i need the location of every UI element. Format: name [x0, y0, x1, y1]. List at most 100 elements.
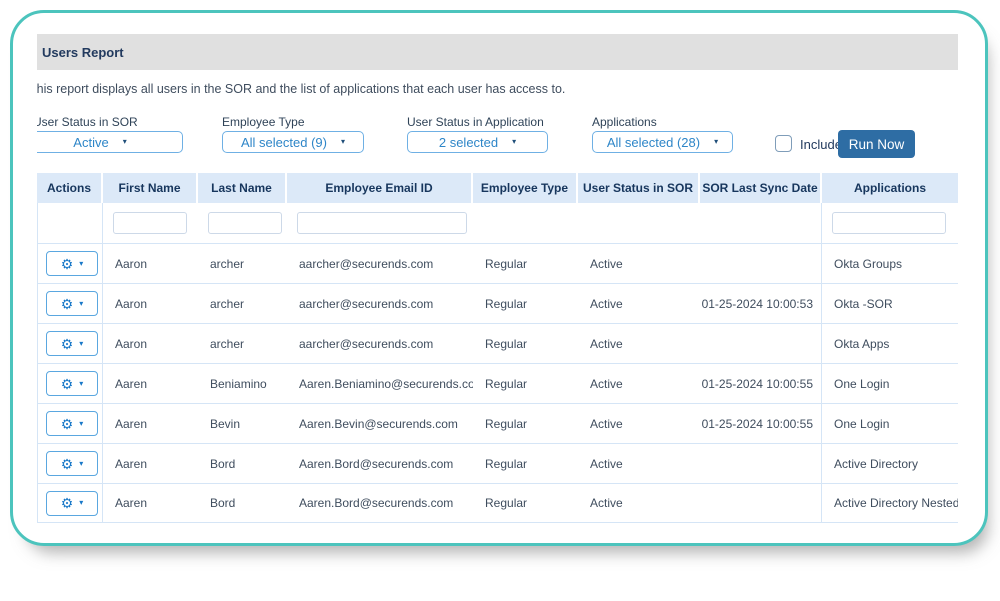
table-filter-row	[37, 203, 958, 243]
row-actions-button[interactable]: ⚙▾	[46, 251, 98, 276]
cell-first-name: Aaron	[103, 324, 198, 363]
cell-user-status: Active	[578, 404, 700, 443]
gear-icon: ⚙	[61, 257, 74, 271]
filter-value: All selected (9)	[241, 135, 327, 150]
row-actions-button[interactable]: ⚙▾	[46, 491, 98, 516]
cell-last-name: Bord	[198, 444, 287, 483]
cell-employee-type: Regular	[473, 284, 578, 323]
cell-applications: One Login	[822, 404, 958, 443]
cell-first-name: Aaron	[103, 244, 198, 283]
title-bar: Users Report	[37, 34, 958, 70]
chevron-down-icon: ▾	[79, 380, 83, 388]
chevron-down-icon: ▾	[79, 499, 83, 507]
report-description: This report displays all users in the SO…	[37, 82, 565, 96]
cell-last-name: archer	[198, 324, 287, 363]
cell-first-name: Aaren	[103, 364, 198, 403]
run-now-button[interactable]: Run Now	[838, 130, 915, 158]
column-header-applications: Applications	[822, 173, 958, 203]
filter-input-first-name[interactable]	[113, 212, 187, 234]
cell-first-name: Aaren	[103, 484, 198, 522]
actions-cell: ⚙▾	[37, 244, 103, 283]
cell-employee-type: Regular	[473, 324, 578, 363]
chevron-down-icon: ▾	[79, 420, 83, 428]
report-content: Users Report This report displays all us…	[37, 20, 958, 534]
filter-dropdown-employee-type[interactable]: All selected (9)▾	[222, 131, 364, 153]
filter-dropdown-applications[interactable]: All selected (28)▾	[592, 131, 733, 153]
cell-employee-type: Regular	[473, 244, 578, 283]
cell-last-name: Bevin	[198, 404, 287, 443]
include-checkbox[interactable]	[775, 135, 792, 152]
actions-cell: ⚙▾	[37, 284, 103, 323]
cell-email: Aaren.Bevin@securends.com	[287, 404, 473, 443]
cell-sor-last-sync-date	[700, 244, 822, 283]
cell-sor-last-sync-date: 01-25-2024 10:00:55	[700, 404, 822, 443]
table-row: ⚙▾AarenBevinAaren.Bevin@securends.comReg…	[37, 403, 958, 443]
filter-input-employee-email-id[interactable]	[297, 212, 467, 234]
column-header-last-name: Last Name	[198, 173, 287, 203]
filter-label-user-status-in-sor: User Status in SOR	[37, 115, 138, 129]
column-header-sor-last-sync-date: SOR Last Sync Date	[700, 173, 822, 203]
cell-employee-type: Regular	[473, 404, 578, 443]
column-header-employee-email-id: Employee Email ID	[287, 173, 473, 203]
filter-dropdown-user-status-in-sor[interactable]: Active▾	[37, 131, 183, 153]
table-body: ⚙▾Aaronarcheraarcher@securends.comRegula…	[37, 243, 958, 523]
cell-email: Aaren.Bord@securends.com	[287, 444, 473, 483]
cell-user-status: Active	[578, 364, 700, 403]
cell-sor-last-sync-date	[700, 484, 822, 522]
cell-sor-last-sync-date: 01-25-2024 10:00:55	[700, 364, 822, 403]
actions-cell: ⚙▾	[37, 364, 103, 403]
actions-cell: ⚙▾	[37, 484, 103, 522]
report-card: Users Report This report displays all us…	[10, 10, 988, 546]
row-actions-button[interactable]: ⚙▾	[46, 291, 98, 316]
gear-icon: ⚙	[61, 337, 74, 351]
filter-label-applications: Applications	[592, 115, 657, 129]
filter-cell-employee-email-id	[287, 203, 473, 243]
chevron-down-icon: ▾	[79, 300, 83, 308]
cell-applications: Okta Groups	[822, 244, 958, 283]
gear-icon: ⚙	[61, 377, 74, 391]
filter-value: All selected (28)	[607, 135, 700, 150]
row-actions-button[interactable]: ⚙▾	[46, 451, 98, 476]
cell-last-name: archer	[198, 284, 287, 323]
column-header-user-status-in-sor: User Status in SOR	[578, 173, 700, 203]
filter-label-user-status-in-application: User Status in Application	[407, 115, 544, 129]
filter-value: Active	[73, 135, 108, 150]
cell-last-name: Bord	[198, 484, 287, 522]
cell-first-name: Aaron	[103, 284, 198, 323]
filter-input-last-name[interactable]	[208, 212, 282, 234]
cell-user-status: Active	[578, 284, 700, 323]
cell-email: aarcher@securends.com	[287, 324, 473, 363]
gear-icon: ⚙	[61, 496, 74, 510]
page-title: Users Report	[42, 45, 124, 60]
row-actions-button[interactable]: ⚙▾	[46, 371, 98, 396]
cell-user-status: Active	[578, 444, 700, 483]
cell-applications: Active Directory Nested	[822, 484, 958, 522]
chevron-down-icon: ▾	[512, 138, 516, 146]
cell-sor-last-sync-date	[700, 444, 822, 483]
gear-icon: ⚙	[61, 457, 74, 471]
table-row: ⚙▾Aaronarcheraarcher@securends.comRegula…	[37, 323, 958, 363]
filter-input-applications[interactable]	[832, 212, 946, 234]
cell-applications: Okta Apps	[822, 324, 958, 363]
users-table: ActionsFirst NameLast NameEmployee Email…	[37, 173, 958, 523]
row-actions-button[interactable]: ⚙▾	[46, 411, 98, 436]
cell-user-status: Active	[578, 244, 700, 283]
chevron-down-icon: ▾	[79, 260, 83, 268]
cell-last-name: Beniamino	[198, 364, 287, 403]
filter-cell-actions	[37, 203, 103, 243]
table-header-row: ActionsFirst NameLast NameEmployee Email…	[37, 173, 958, 203]
cell-email: aarcher@securends.com	[287, 244, 473, 283]
actions-cell: ⚙▾	[37, 324, 103, 363]
table-row: ⚙▾AarenBordAaren.Bord@securends.comRegul…	[37, 443, 958, 483]
cell-first-name: Aaren	[103, 444, 198, 483]
cell-sor-last-sync-date	[700, 324, 822, 363]
row-actions-button[interactable]: ⚙▾	[46, 331, 98, 356]
cell-employee-type: Regular	[473, 484, 578, 522]
chevron-down-icon: ▾	[79, 460, 83, 468]
cell-email: aarcher@securends.com	[287, 284, 473, 323]
cell-applications: Active Directory	[822, 444, 958, 483]
column-header-actions: Actions	[37, 173, 103, 203]
filter-dropdown-user-status-in-application[interactable]: 2 selected▾	[407, 131, 548, 153]
cell-employee-type: Regular	[473, 364, 578, 403]
filter-label-employee-type: Employee Type	[222, 115, 305, 129]
